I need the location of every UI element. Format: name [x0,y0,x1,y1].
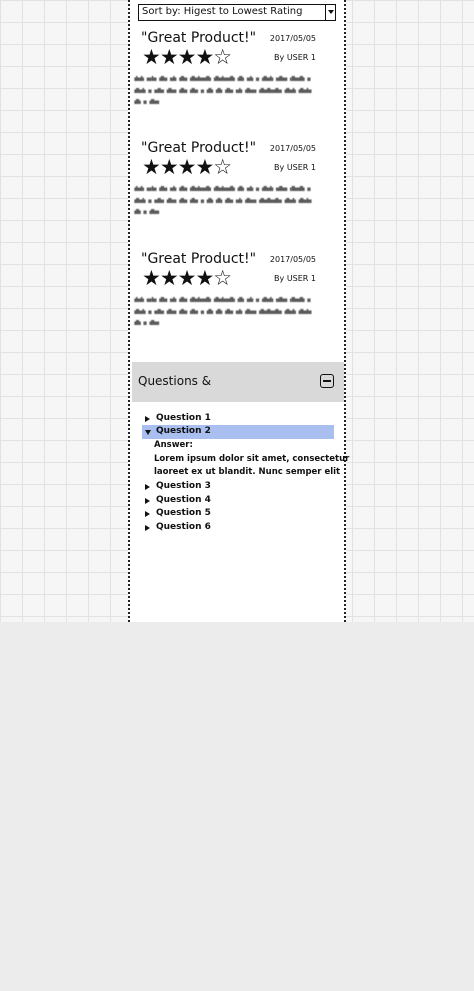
question-label: Question 6 [156,522,211,532]
review-author: By USER 1 [274,163,316,172]
question-item[interactable]: Question 3 [138,480,334,494]
caret-right-icon[interactable] [145,525,150,531]
star-rating: ★★★★☆ [142,155,232,179]
caret-right-icon[interactable] [145,416,150,422]
collapse-icon[interactable] [320,374,334,388]
review-card: "Great Product!" 2017/05/05 ★★★★☆ By USE… [130,30,344,140]
star-rating: ★★★★☆ [142,45,232,69]
review-author: By USER 1 [274,274,316,283]
answer-text: laoreet ex ut blandit. Nunc semper elit [154,467,341,477]
answer-text: Lorem ipsum dolor sit amet, consectetur [154,454,350,464]
questions-accordion-header[interactable]: Questions & [132,362,344,402]
review-date: 2017/05/05 [269,144,316,153]
question-item[interactable]: Question 1 [138,412,334,426]
question-item[interactable]: Question 5 [138,507,334,521]
review-title: "Great Product!" [141,251,257,267]
review-card: "Great Product!" 2017/05/05 ★★★★☆ By USE… [130,251,344,361]
question-label: Question 4 [156,495,211,505]
question-item[interactable]: Question 6 [138,521,334,535]
caret-down-icon[interactable] [145,430,151,435]
question-item[interactable]: Question 4 [138,494,334,508]
question-label: Question 2 [156,426,211,436]
caret-right-icon[interactable] [145,498,150,504]
review-date: 2017/05/05 [269,34,316,43]
review-date: 2017/05/05 [269,255,316,264]
mobile-frame: Sort by: Higest to Lowest Rating "Great … [128,0,349,622]
question-label: Question 5 [156,508,211,518]
caret-right-icon[interactable] [145,511,150,517]
review-body-text: ılıılı ııılıı ıllıı ıılı ıllıı ıllıılııı… [134,185,312,216]
sort-dropdown[interactable]: Sort by: Higest to Lowest Rating [138,3,336,21]
question-label: Question 1 [156,413,211,423]
review-title: "Great Product!" [141,140,257,156]
question-item-selected[interactable]: Question 2 [142,425,334,439]
questions-title: Questions & [138,374,212,388]
question-label: Question 3 [156,481,211,491]
caret-right-icon[interactable] [145,484,150,490]
chevron-down-icon[interactable] [325,3,336,21]
sort-dropdown-label: Sort by: Higest to Lowest Rating [142,6,303,17]
star-rating: ★★★★☆ [142,266,232,290]
review-title: "Great Product!" [141,30,257,46]
review-body-text: ılıılı ııılıı ıllıı ıılı ıllıı ıllıılııı… [134,75,312,106]
review-body-text: ılıılı ııılıı ıllıı ıılı ıllıı ıllıılııı… [134,296,312,327]
review-author: By USER 1 [274,53,316,62]
answer-label: Answer: [154,440,193,450]
questions-tree: Question 1 Question 2 Answer: Lorem ipsu… [138,408,349,538]
review-card: "Great Product!" 2017/05/05 ★★★★☆ By USE… [130,140,344,250]
